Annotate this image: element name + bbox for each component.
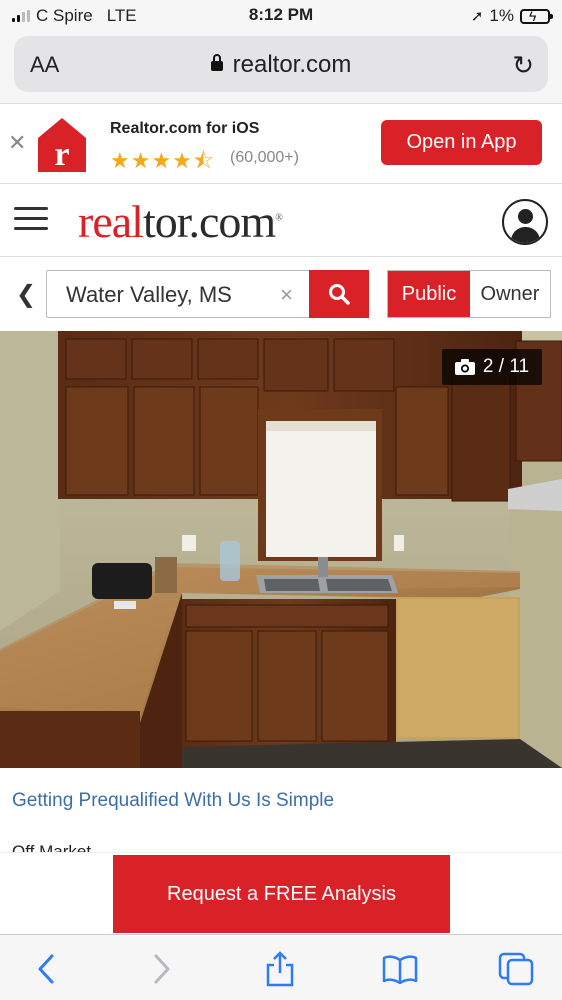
browser-address-area: AA realtor.com ↻ [0, 32, 562, 104]
user-account-icon[interactable] [502, 199, 548, 245]
realtor-r-logo-icon: r [38, 118, 86, 173]
bookmarks-icon[interactable] [380, 949, 420, 989]
banner-title: Realtor.com for iOS [110, 120, 260, 137]
share-icon[interactable] [260, 949, 300, 989]
tabs-icon[interactable] [496, 949, 536, 989]
reload-icon[interactable]: ↻ [512, 50, 534, 81]
search-value: Water Valley, MS [66, 282, 232, 307]
close-icon[interactable]: ✕ [8, 130, 26, 156]
toggle-owner[interactable]: Owner [470, 271, 550, 317]
site-header: realtor.com® [0, 185, 562, 257]
svg-text:r: r [54, 136, 69, 173]
photo-counter-text: 2 / 11 [482, 356, 530, 377]
request-analysis-button[interactable]: Request a FREE Analysis [113, 855, 450, 933]
rating-count: (60,000+) [230, 149, 299, 166]
search-button[interactable] [309, 270, 369, 318]
search-input[interactable]: Water Valley, MS × [46, 270, 310, 318]
forward-icon[interactable] [142, 949, 182, 989]
photo-counter[interactable]: 2 / 11 [442, 349, 542, 385]
listing-photo[interactable]: 2 / 11 [0, 331, 562, 768]
rating-stars: ★★★★⯪ [110, 148, 215, 173]
url-text: realtor.com [232, 51, 352, 78]
back-icon[interactable] [26, 949, 66, 989]
url-display[interactable]: realtor.com [14, 51, 548, 79]
status-right: ➚ 1% ϟ [470, 6, 553, 26]
prequalified-link[interactable]: Getting Prequalified With Us Is Simple [12, 790, 334, 812]
logo-dark-part: tor.com [142, 196, 276, 247]
address-bar[interactable]: AA realtor.com ↻ [14, 36, 548, 92]
menu-icon[interactable] [14, 207, 48, 233]
back-chevron-icon[interactable]: ❮ [16, 280, 36, 309]
search-row: ❮ Water Valley, MS × Public Owner [0, 258, 562, 330]
status-bar: C Spire LTE 8:12 PM ➚ 1% ϟ [0, 0, 562, 32]
lock-icon [210, 54, 223, 71]
search-icon [329, 284, 350, 305]
cta-bar: Request a FREE Analysis [0, 852, 562, 934]
clear-search-icon[interactable]: × [280, 282, 293, 308]
browser-toolbar [0, 934, 562, 1000]
logo-red-part: real [78, 196, 144, 247]
open-in-app-button[interactable]: Open in App [381, 120, 542, 165]
realtor-logo[interactable]: realtor.com® [78, 195, 283, 248]
listing-content: Getting Prequalified With Us Is Simple O… [0, 768, 562, 858]
smart-app-banner: ✕ r Realtor.com for iOS ★★★★⯪ (60,000+) … [0, 104, 562, 184]
location-arrow-icon: ➚ [470, 8, 484, 25]
public-owner-toggle: Public Owner [387, 270, 551, 318]
toggle-public[interactable]: Public [388, 271, 470, 317]
battery-percent: 1% [489, 6, 514, 25]
battery-icon: ϟ [520, 8, 553, 24]
kitchen-photo-image [0, 331, 562, 768]
camera-icon [454, 359, 475, 375]
